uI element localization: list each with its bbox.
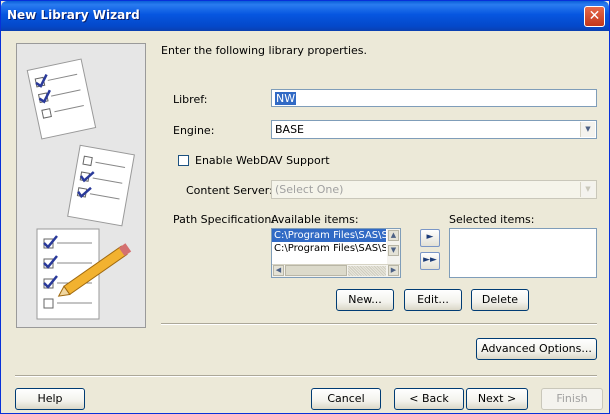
available-items-label: Available items: — [271, 213, 359, 226]
content-server-select[interactable]: (Select One) ▼ — [271, 180, 597, 199]
path-spec-label: Path Specification: — [173, 213, 275, 226]
horizontal-scrollbar[interactable]: ◀ ▶ — [272, 264, 400, 277]
advanced-options-button[interactable]: Advanced Options... — [476, 338, 597, 360]
vertical-scrollbar[interactable]: ▲ ▼ — [387, 229, 400, 264]
title-bar[interactable]: New Library Wizard ✕ — [1, 1, 609, 31]
wizard-body: Enter the following library properties. … — [1, 31, 609, 383]
cancel-button[interactable]: Cancel — [311, 388, 381, 410]
chevron-down-icon[interactable]: ▼ — [580, 182, 595, 197]
webdav-checkbox[interactable] — [178, 155, 189, 166]
close-icon: ✕ — [588, 8, 601, 24]
scroll-left-icon[interactable]: ◀ — [273, 265, 284, 276]
back-button[interactable]: < Back — [394, 388, 464, 410]
content-server-label: Content Server: — [186, 184, 273, 197]
double-arrow-right-icon: ►► — [423, 255, 437, 265]
move-right-button[interactable]: ► — [420, 229, 440, 247]
page-heading: Enter the following library properties. — [161, 44, 368, 57]
move-all-right-button[interactable]: ►► — [420, 252, 440, 270]
list-item[interactable]: C:\Program Files\SAS\SAS 9 — [272, 229, 386, 242]
engine-label: Engine: — [173, 124, 215, 137]
scroll-right-icon[interactable]: ▶ — [388, 265, 399, 276]
selected-items-list[interactable] — [449, 228, 597, 278]
scroll-up-icon[interactable]: ▲ — [388, 230, 399, 241]
scroll-track — [348, 266, 386, 276]
libref-label: Libref: — [173, 93, 208, 106]
available-items-list[interactable]: C:\Program Files\SAS\SAS 9 C:\Program Fi… — [271, 228, 401, 278]
scroll-down-icon[interactable]: ▼ — [388, 245, 399, 256]
window-title: New Library Wizard — [7, 8, 140, 22]
scroll-thumb[interactable] — [285, 265, 347, 276]
footer-divider — [15, 375, 597, 377]
content-server-value: (Select One) — [275, 183, 344, 196]
libref-value: NW — [275, 92, 297, 105]
webdav-label: Enable WebDAV Support — [195, 154, 330, 167]
close-button[interactable]: ✕ — [584, 6, 605, 27]
checklist-documents-icon — [16, 43, 146, 328]
divider — [161, 323, 597, 325]
engine-select[interactable]: BASE ▼ — [271, 120, 597, 139]
new-path-button[interactable]: New... — [336, 289, 394, 311]
wizard-window: New Library Wizard ✕ Enter the following… — [0, 0, 610, 414]
delete-path-button[interactable]: Delete — [471, 289, 529, 311]
next-button[interactable]: Next > — [466, 388, 528, 410]
chevron-down-icon[interactable]: ▼ — [580, 122, 595, 137]
edit-path-button[interactable]: Edit... — [404, 289, 462, 311]
engine-value: BASE — [275, 123, 305, 136]
finish-button: Finish — [541, 388, 603, 410]
list-item[interactable]: C:\Program Files\SAS\SAS 9 — [272, 242, 386, 255]
help-button[interactable]: Help — [15, 388, 85, 410]
selected-items-label: Selected items: — [449, 213, 535, 226]
libref-input[interactable]: NW — [271, 89, 597, 107]
arrow-right-icon: ► — [426, 232, 434, 242]
